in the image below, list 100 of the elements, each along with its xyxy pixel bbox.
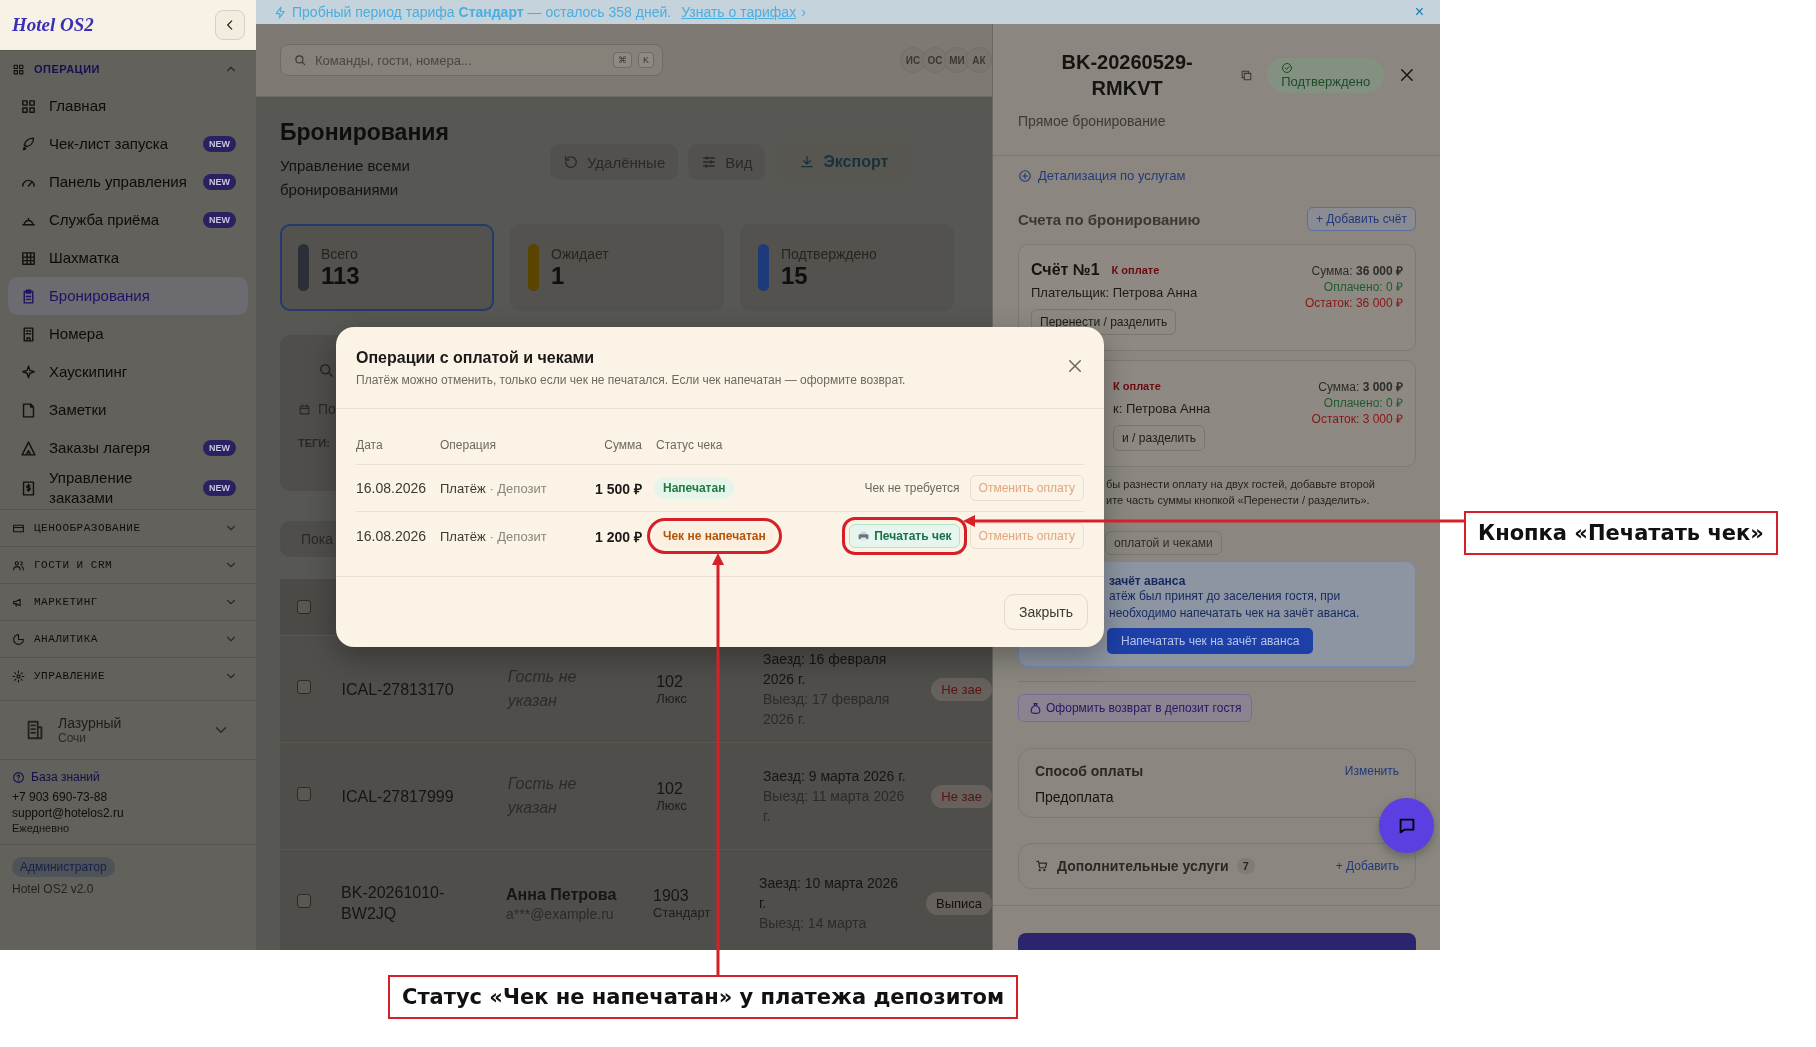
user-avatar[interactable]: ИС (900, 47, 926, 73)
column-header: Статус чека (655, 438, 724, 452)
nav-label: Управление заказами (49, 468, 134, 508)
page-title: Бронирования (280, 119, 450, 146)
column-header: Дата (356, 438, 384, 452)
money-bag-icon (1029, 701, 1042, 715)
payment-amount: 1 200 ₽ (594, 527, 642, 546)
hotel-name: Лазурный (58, 715, 123, 731)
annotation-label: Статус «Чек не напечатан» у платежа депозитом (388, 975, 1019, 1019)
room-number: 1903 (653, 886, 690, 905)
shortcut-key: K (638, 52, 654, 68)
room-number: 102 (656, 672, 684, 691)
settings-icon (12, 669, 25, 683)
chat-button[interactable] (1379, 798, 1434, 853)
user-avatar[interactable]: МИ (944, 47, 970, 73)
nav-item[interactable]: Заметки (8, 391, 248, 429)
nav-item[interactable]: Бронирования (8, 277, 248, 315)
banner-text: Пробный период тарифа Стандарт — осталось 358 дней. (292, 4, 672, 20)
booking-id: ICAL-27817999 (341, 786, 455, 807)
copy-icon[interactable] (1240, 68, 1254, 82)
check-in-date: Заезд: 10 марта 2026 г. (758, 874, 900, 913)
refund-button[interactable]: Оформить возврат в депозит гостя (1018, 694, 1253, 722)
collapse-button[interactable] (215, 10, 245, 40)
nav-label: Служба приёма (49, 210, 161, 230)
alert-title: зачёт аванса (1109, 574, 1186, 588)
payment-method-value: Предоплата (1035, 789, 1115, 805)
nav-item[interactable]: Служба приёма NEW (8, 201, 248, 239)
plus-circle-icon (1018, 168, 1032, 183)
search-icon (293, 53, 307, 67)
nav-item[interactable]: Заказы лагеря NEW (8, 429, 248, 467)
close-button[interactable]: × (1414, 3, 1424, 21)
new-badge: NEW (203, 440, 236, 456)
nav-item[interactable]: Хаускипинг (8, 353, 248, 391)
row-checkbox[interactable] (297, 787, 311, 801)
user-avatar[interactable]: ОС (922, 47, 948, 73)
booking-id: BK-20261010-BW2JQ (341, 883, 446, 924)
nav-item[interactable]: Панель управления NEW (8, 163, 248, 201)
section-title: Счета по бронированию (1018, 210, 1201, 228)
note-icon (20, 401, 37, 419)
status-pill: Выписа (925, 891, 992, 915)
select-all-checkbox[interactable] (297, 600, 311, 614)
invoice-title: Счёт №1 (1031, 261, 1100, 279)
nav-label: Хаускипинг (49, 362, 129, 382)
close-button[interactable]: Закрыть (1004, 594, 1088, 630)
add-invoice-button[interactable]: + Добавить счёт (1307, 207, 1416, 231)
tariffs-link[interactable]: Узнать о тарифах (681, 4, 797, 20)
search-input[interactable]: Команды, гости, номера... (313, 51, 607, 69)
export-button[interactable]: Экспорт (775, 139, 913, 185)
nav-item[interactable]: Шахматка (8, 239, 248, 277)
table-grid-icon (20, 249, 37, 267)
alert-text: атёж был принят до заселения гостя, при (1109, 588, 1341, 605)
section-title: ЦЕНООБРАЗОВАНИЕ (34, 522, 142, 534)
section-header[interactable]: ОПЕРАЦИИ (0, 51, 256, 87)
nav-item[interactable]: Главная (8, 87, 248, 125)
invoice-sum: Сумма: 36 000 ₽ (1311, 263, 1403, 279)
add-link[interactable]: + Добавить (1335, 859, 1399, 873)
section-title: МАРКЕТИНГ (34, 596, 99, 608)
split-button[interactable]: и / разделить (1113, 425, 1205, 451)
nav-item[interactable]: Чек-лист запуска NEW (8, 125, 248, 163)
version-label: Hotel OS2 v2.0 (12, 882, 94, 896)
pie-chart-icon (12, 632, 25, 646)
payer-text: Плательщик: Петрова Анна (1031, 285, 1198, 300)
knowledge-base-link[interactable]: База знаний (31, 770, 100, 784)
stat-value: 15 (781, 261, 808, 290)
nav-label: Панель управления (49, 172, 188, 192)
payment-operations-button[interactable]: оплатой и чеками (1105, 531, 1222, 555)
column-header: Сумма (603, 438, 642, 452)
status-pill: Не зае (931, 677, 992, 701)
hint-text: бы разнести оплату на двух гостей, добавьте второй (1106, 477, 1376, 492)
sparkle-icon (20, 363, 37, 381)
user-avatar[interactable]: АК (966, 47, 992, 73)
dollar-document-icon (20, 479, 37, 497)
print-advance-receipt-button[interactable]: Напечатать чек на зачёт аванса (1107, 628, 1314, 654)
annotation-label: Кнопка «Печатать чек» (1464, 511, 1778, 555)
services-breakdown-link[interactable]: Детализация по услугам (1038, 168, 1186, 183)
receipt-status-badge: Напечатан (654, 477, 735, 499)
change-link[interactable]: Изменить (1344, 764, 1399, 778)
section-title: ГОСТИ И CRM (34, 559, 114, 571)
nav-item[interactable]: Управление заказами NEW (8, 467, 248, 509)
close-icon[interactable] (1398, 66, 1416, 84)
row-checkbox[interactable] (297, 680, 311, 694)
nav-label: Шахматка (49, 248, 121, 268)
support-hours: Ежедневно (12, 822, 70, 834)
chevron-text: › (801, 4, 806, 20)
cancel-payment-button[interactable]: Отменить оплату (969, 523, 1084, 549)
row-checkbox[interactable] (297, 894, 311, 908)
restore-icon (563, 154, 579, 170)
help-icon (12, 770, 25, 784)
lightning-icon (274, 5, 287, 19)
support-email: support@hotelos2.ru (12, 806, 124, 820)
grid-icon (20, 97, 37, 115)
card-title: Дополнительные услуги (1057, 858, 1229, 874)
page-subtitle: Управление всеми бронированиями (280, 156, 411, 200)
nav-label: Главная (49, 96, 108, 116)
command-search-field[interactable]: Команды, гости, номера... ⌘ K (280, 44, 663, 76)
invoice-paid: Оплачено: 0 ₽ (1323, 279, 1403, 295)
operation-text: Платёж · Депозит (440, 480, 548, 496)
close-icon[interactable] (1066, 357, 1084, 375)
cancel-payment-button[interactable]: Отменить оплату (969, 475, 1084, 501)
nav-item[interactable]: Номера (8, 315, 248, 353)
